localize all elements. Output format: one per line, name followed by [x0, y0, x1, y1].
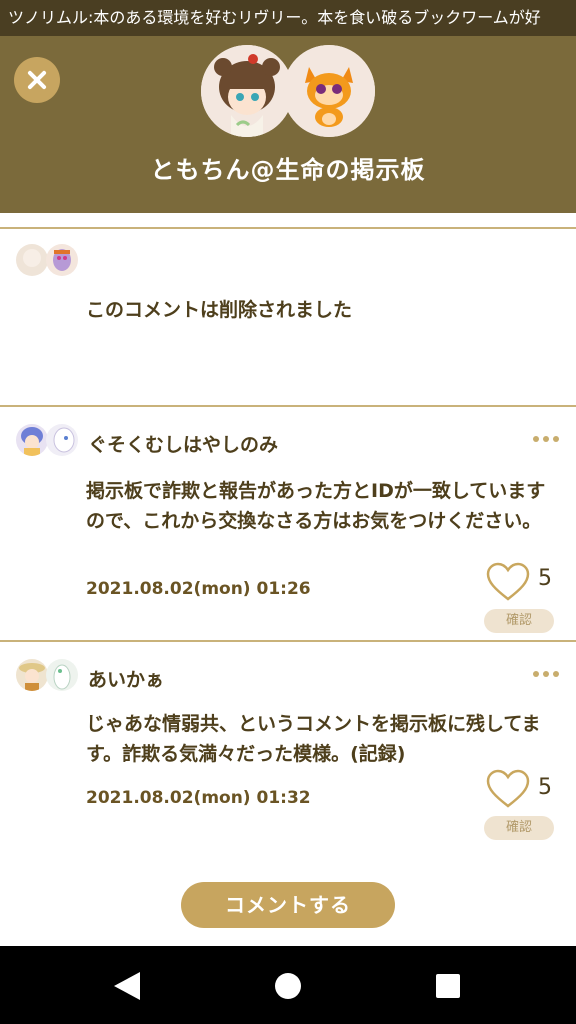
comment-author[interactable]: あいかぁ [88, 665, 164, 692]
comment-body: 掲示板で詐欺と報告があった方とIDが一致していますので、これから交換なさる方はお… [86, 480, 546, 532]
comment-body: じゃあな情弱共、というコメントを掲示板に残してます。詐欺る気満々だった模様。(記… [86, 713, 541, 765]
recent-apps-icon[interactable] [436, 974, 460, 998]
like-count: 5 [538, 566, 552, 591]
commenter-pet-avatar[interactable] [46, 659, 78, 691]
commenter-avatar[interactable] [16, 659, 48, 691]
comment-item: ぐそくむしはやしのみ 掲示板で詐欺と報告があった方とIDが一致していますので、こ… [0, 407, 576, 640]
owner-avatar-pet[interactable] [283, 45, 375, 137]
comment-item: このコメントは削除されました [0, 229, 576, 405]
more-dots-icon[interactable] [533, 436, 563, 444]
commenter-avatar[interactable] [16, 424, 48, 456]
comment-author[interactable]: ぐそくむしはやしのみ [88, 430, 278, 457]
comment-date: 2021.08.02(mon) 01:26 [86, 579, 311, 599]
close-icon[interactable] [14, 57, 60, 103]
home-icon[interactable] [275, 973, 301, 999]
comment-button[interactable]: コメントする [181, 882, 395, 928]
commenter-pet-avatar[interactable] [46, 424, 78, 456]
like-count: 5 [538, 775, 552, 800]
owner-avatar-girl[interactable] [201, 45, 293, 137]
android-nav-bar [0, 946, 576, 1024]
ticker-banner: ツノリムル:本のある環境を好むリヴリー。本を食い破るブックワームが好 [0, 0, 576, 36]
heart-icon[interactable] [485, 768, 531, 810]
board-title: ともちん@生命の掲示板 [150, 156, 426, 184]
back-icon[interactable] [114, 972, 140, 1000]
confirm-button[interactable]: 確認 [484, 816, 554, 840]
comment-item: あいかぁ じゃあな情弱共、というコメントを掲示板に残してます。詐欺る気満々だった… [0, 642, 576, 872]
comment-date: 2021.08.02(mon) 01:32 [86, 788, 311, 808]
commenter-pet-avatar[interactable] [46, 244, 78, 276]
board-header: ともちん@生命の掲示板 [0, 36, 576, 213]
heart-icon[interactable] [485, 561, 531, 603]
comment-body: このコメントは削除されました [86, 299, 353, 321]
commenter-avatar[interactable] [16, 244, 48, 276]
more-dots-icon[interactable] [533, 671, 563, 679]
confirm-button[interactable]: 確認 [484, 609, 554, 633]
